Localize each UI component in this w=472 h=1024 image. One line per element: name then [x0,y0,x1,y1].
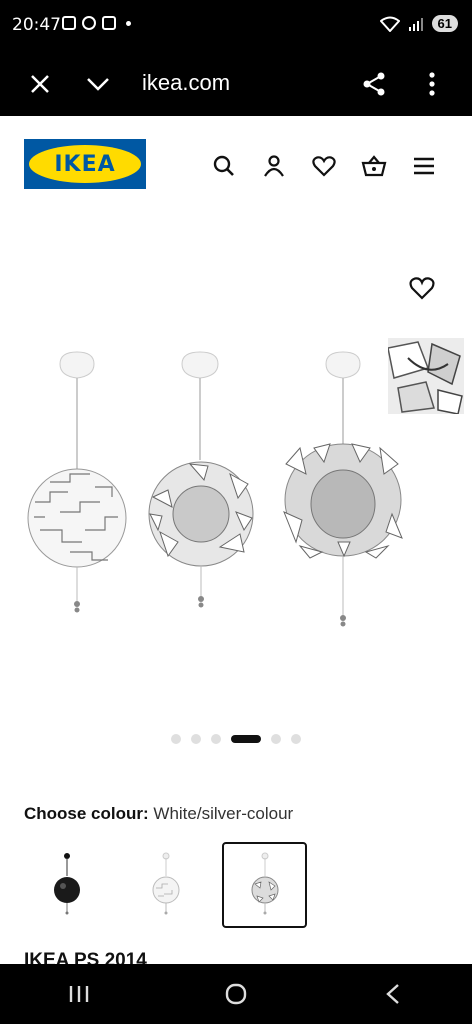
lamp-closeup-thumbnail [388,338,464,414]
share-icon[interactable] [356,66,392,102]
white-lamp-thumbnail [152,852,179,915]
ikea-logo[interactable]: IKEA [24,139,146,189]
close-icon[interactable] [22,66,58,102]
next-image-preview[interactable] [388,338,464,414]
product-image-gallery[interactable] [0,212,472,762]
battery-indicator: 61 [431,15,458,32]
site-header: IKEA [0,116,472,212]
wishlist-heart-icon[interactable] [310,152,338,180]
menu-icon[interactable] [410,152,438,180]
colour-option-black[interactable] [24,842,109,928]
carousel-dot[interactable] [271,734,281,744]
product-image [27,351,403,627]
logo-text: IKEA [54,151,116,177]
colour-swatches [24,842,307,928]
whatsapp-notification-icon [82,16,96,30]
recent-apps-icon[interactable] [59,974,99,1014]
screenshot-notification-icon [62,16,76,30]
url-text[interactable]: ikea.com [142,70,230,96]
status-time: 20:47 [12,15,61,35]
chevron-down-icon[interactable] [80,66,116,102]
wifi-icon [379,16,400,32]
selected-colour-value: White/silver-colour [153,804,294,823]
home-icon[interactable] [216,974,256,1014]
colour-option-white-silver-selected[interactable] [222,842,307,928]
choose-colour-label: Choose colour: [24,804,149,823]
back-icon[interactable] [373,974,413,1014]
search-icon[interactable] [210,152,238,180]
shopping-basket-icon[interactable] [360,152,388,180]
carousel-dot[interactable] [191,734,201,744]
carousel-dot[interactable] [211,734,221,744]
signal-icon [408,17,423,31]
checkbox-notification-icon [102,16,116,30]
carousel-dot-active[interactable] [231,735,261,743]
account-icon[interactable] [260,152,288,180]
system-navigation-bar [0,964,472,1024]
status-bar: 20:47 61 [0,0,472,52]
colour-chooser-label: Choose colour: White/silver-colour [24,804,293,824]
carousel-dot[interactable] [291,734,301,744]
white-silver-lamp-thumbnail [251,852,278,915]
browser-toolbar: ikea.com [0,52,472,116]
carousel-dot[interactable] [171,734,181,744]
more-notifications-dot-icon [126,20,131,26]
more-options-icon[interactable] [414,66,450,102]
notification-icons [62,16,131,30]
black-lamp-thumbnail [53,853,80,915]
carousel-pagination[interactable] [0,734,472,744]
add-to-favourites-heart-icon[interactable] [409,276,437,304]
colour-option-white[interactable] [123,842,208,928]
